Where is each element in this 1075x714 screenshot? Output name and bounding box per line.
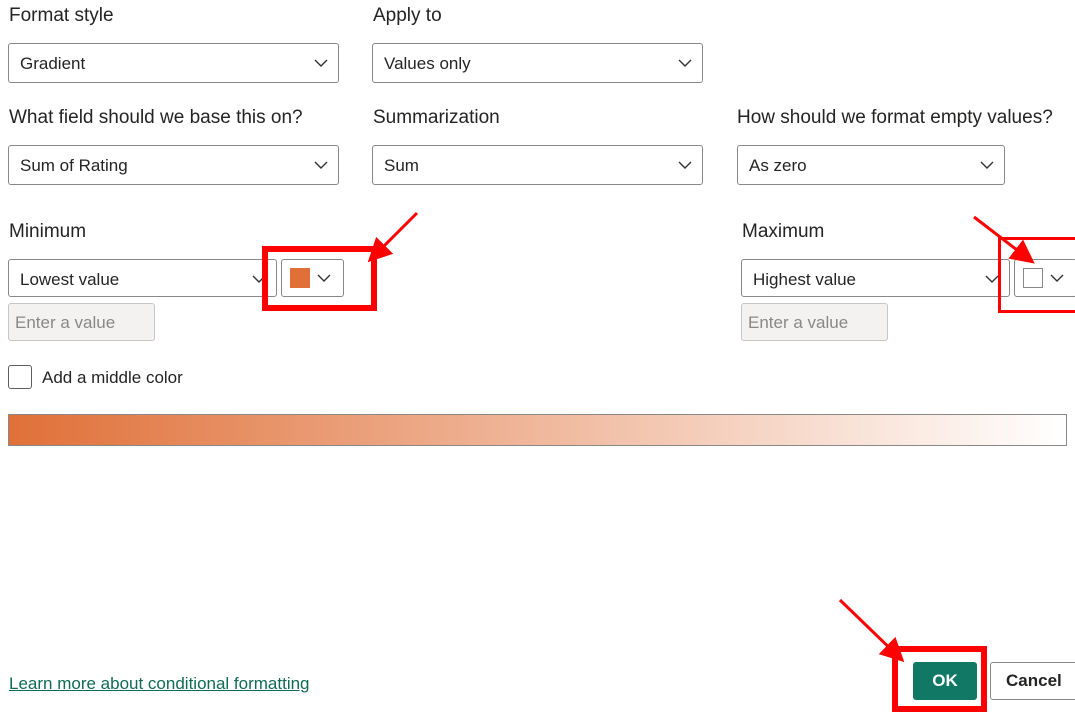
annotation-arrow-icon xyxy=(367,211,419,263)
color-swatch-icon xyxy=(290,268,310,288)
middle-color-label: Add a middle color xyxy=(42,368,183,387)
chevron-down-icon xyxy=(980,161,994,169)
ok-button[interactable]: OK xyxy=(913,662,977,700)
chevron-down-icon xyxy=(678,161,692,169)
apply-to-label: Apply to xyxy=(373,5,442,26)
base-field-dropdown[interactable]: Sum of Rating xyxy=(8,145,339,185)
color-swatch-icon xyxy=(1023,268,1043,288)
summarization-dropdown[interactable]: Sum xyxy=(372,145,703,185)
summarization-value: Sum xyxy=(384,156,419,175)
format-style-dropdown[interactable]: Gradient xyxy=(8,43,339,83)
maximum-type-dropdown[interactable]: Highest value xyxy=(741,259,1010,297)
summarization-label: Summarization xyxy=(373,107,500,128)
minimum-type-value: Lowest value xyxy=(20,270,120,289)
maximum-label: Maximum xyxy=(742,221,825,242)
format-style-label: Format style xyxy=(9,5,114,26)
learn-more-link[interactable]: Learn more about conditional formatting xyxy=(9,674,310,694)
empty-values-value: As zero xyxy=(749,156,807,175)
chevron-down-icon xyxy=(252,275,266,283)
annotation-arrow-icon xyxy=(838,598,905,663)
base-field-value: Sum of Rating xyxy=(20,156,128,175)
apply-to-dropdown[interactable]: Values only xyxy=(372,43,703,83)
maximum-color-picker[interactable] xyxy=(1014,259,1075,297)
annotation-arrow-icon xyxy=(973,215,1035,264)
maximum-value-placeholder: Enter a value xyxy=(748,313,849,332)
empty-values-label: How should we format empty values? xyxy=(737,107,1053,128)
format-style-value: Gradient xyxy=(20,54,86,73)
chevron-down-icon xyxy=(317,274,331,282)
minimum-color-picker[interactable] xyxy=(281,259,344,297)
chevron-down-icon xyxy=(314,161,328,169)
middle-color-checkbox[interactable] xyxy=(8,365,32,389)
minimum-value-placeholder: Enter a value xyxy=(15,313,116,332)
chevron-down-icon xyxy=(678,59,692,67)
chevron-down-icon xyxy=(314,59,328,67)
base-field-label: What field should we base this on? xyxy=(9,107,303,128)
empty-values-dropdown[interactable]: As zero xyxy=(737,145,1005,185)
minimum-value-input[interactable]: Enter a value xyxy=(8,303,155,341)
chevron-down-icon xyxy=(1050,274,1064,282)
cancel-button[interactable]: Cancel xyxy=(990,662,1075,700)
maximum-type-value: Highest value xyxy=(753,270,857,289)
chevron-down-icon xyxy=(985,275,999,283)
gradient-preview xyxy=(8,414,1067,446)
minimum-label: Minimum xyxy=(9,221,87,242)
maximum-value-input[interactable]: Enter a value xyxy=(741,303,888,341)
minimum-type-dropdown[interactable]: Lowest value xyxy=(8,259,277,297)
apply-to-value: Values only xyxy=(384,54,471,73)
